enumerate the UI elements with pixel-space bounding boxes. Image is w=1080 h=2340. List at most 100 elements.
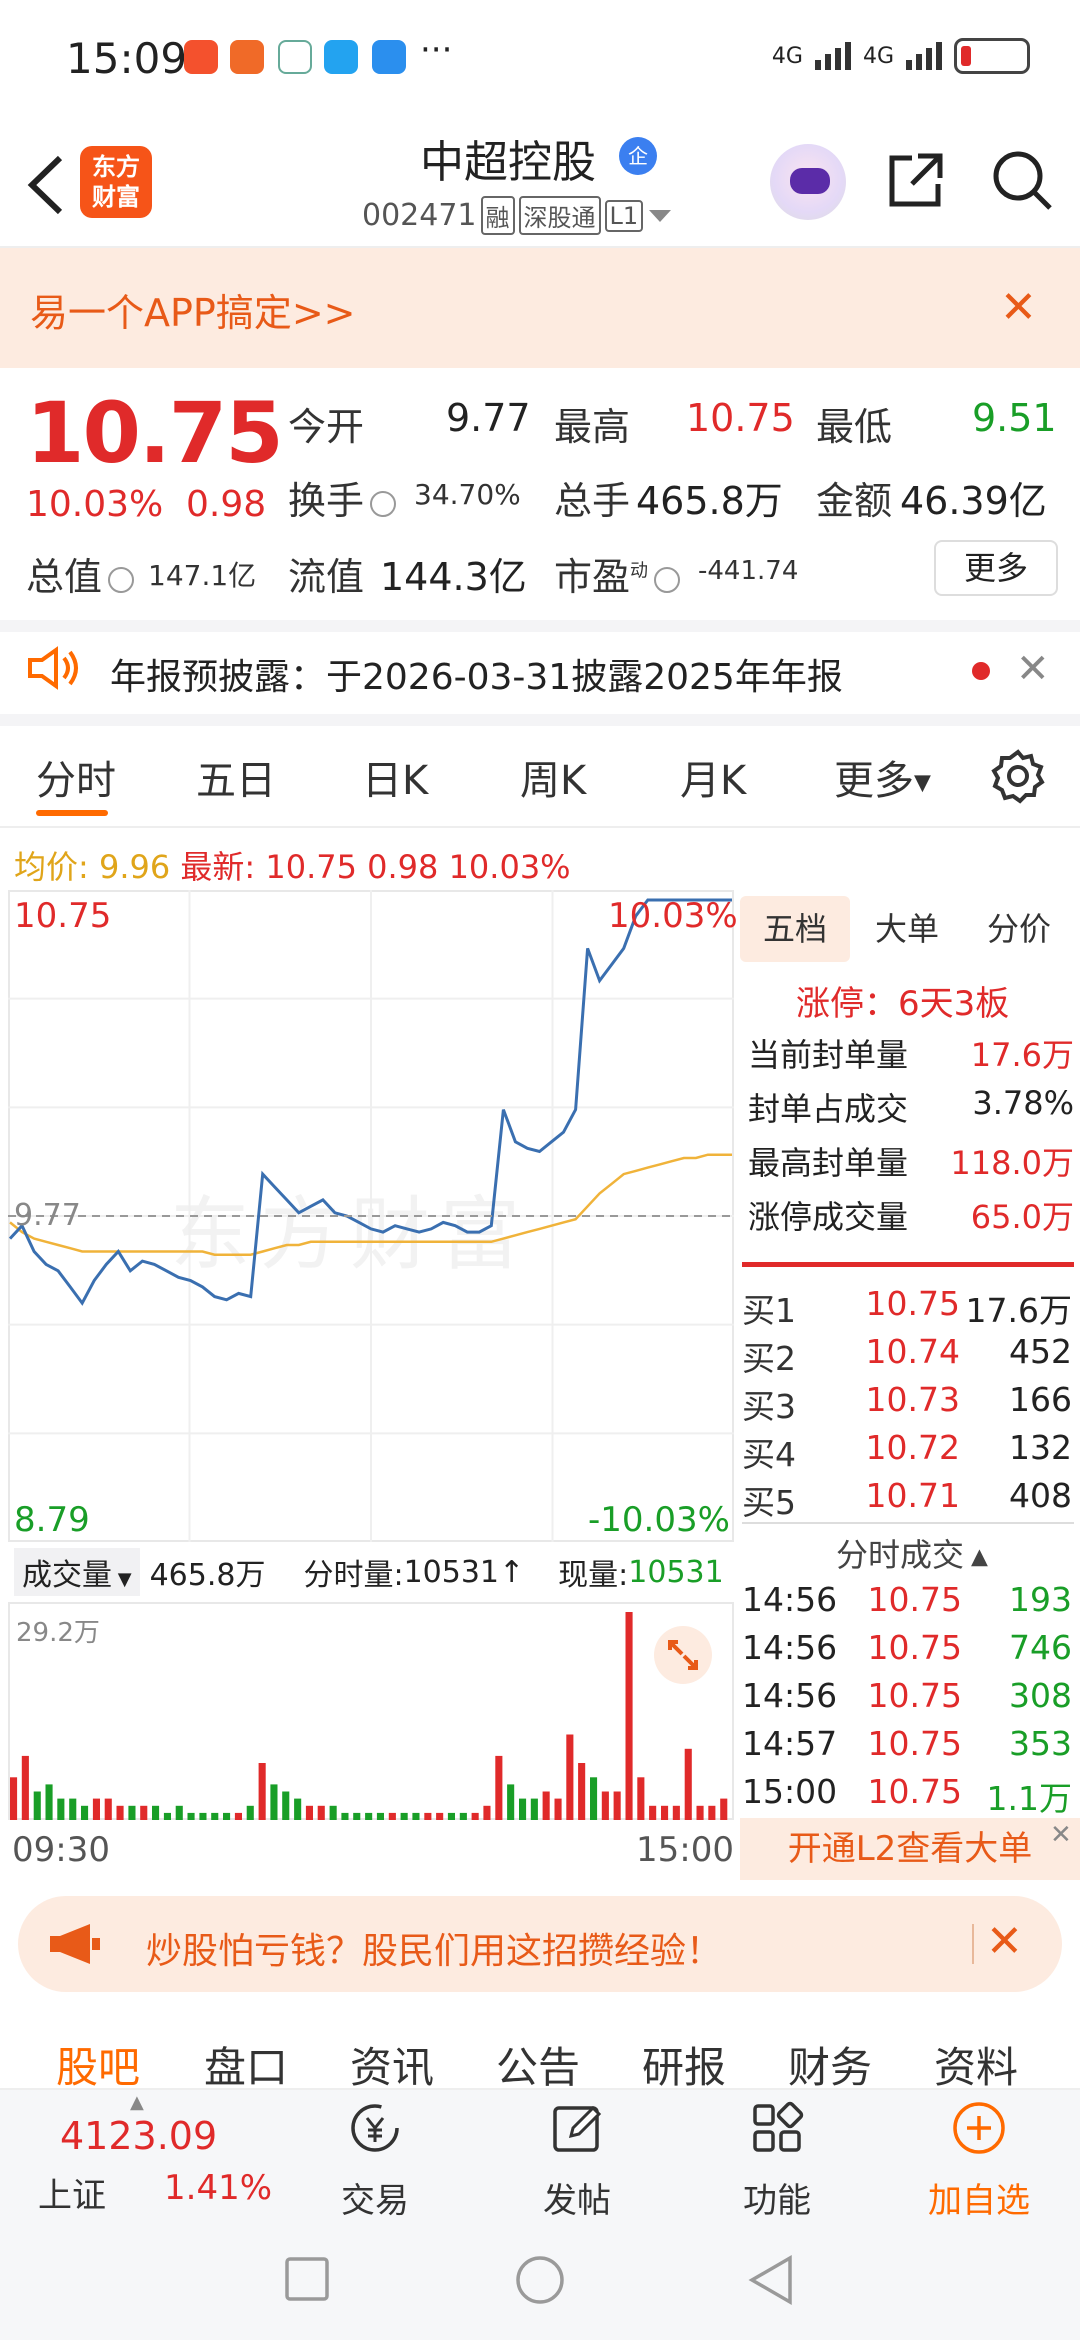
eye-icon[interactable] bbox=[370, 490, 397, 517]
tab-five-day[interactable]: 五日 bbox=[196, 748, 276, 806]
tab-more[interactable]: 更多▼ bbox=[834, 748, 931, 806]
eye-icon[interactable] bbox=[108, 566, 135, 593]
volume-bar bbox=[199, 1812, 207, 1820]
trade-qty: 1.1万 bbox=[986, 1779, 1072, 1818]
order-book-row[interactable]: 买4 10.72 132 bbox=[742, 1428, 1072, 1476]
volume-bar bbox=[708, 1805, 716, 1820]
pe-label-text: 市盈 bbox=[554, 555, 631, 599]
index-value[interactable]: 4123.09 bbox=[60, 2114, 217, 2158]
volume-bar bbox=[116, 1805, 124, 1820]
caret-up-icon: ▲ bbox=[130, 2092, 144, 2113]
volume-label: 总手 bbox=[554, 479, 631, 523]
tabs-divider bbox=[0, 826, 1080, 828]
bid-price: 10.75 bbox=[865, 1284, 960, 1323]
trade-row: 14:56 10.75 193 bbox=[742, 1580, 1072, 1619]
caret-up-icon: ▲ bbox=[964, 1544, 988, 1570]
order-book-row[interactable]: 买5 10.71 408 bbox=[742, 1476, 1072, 1524]
tab-forum[interactable]: 股吧 bbox=[56, 2034, 140, 2095]
volume-bar bbox=[400, 1812, 408, 1820]
tab-price-dist[interactable]: 分价 bbox=[964, 896, 1074, 962]
volume-bar bbox=[69, 1798, 77, 1820]
home-icon[interactable] bbox=[514, 2254, 566, 2306]
volume-bar bbox=[163, 1812, 171, 1820]
order-book-row[interactable]: 买1 10.75 17.6万 bbox=[742, 1284, 1072, 1332]
tab-announcements[interactable]: 公告 bbox=[496, 2034, 580, 2095]
notification-icon bbox=[184, 40, 218, 74]
nav-trade[interactable]: 交易 bbox=[310, 2100, 440, 2222]
banner-close-icon[interactable]: ✕ bbox=[1000, 286, 1037, 330]
high-label: 最高 bbox=[554, 405, 631, 449]
bid-label: 买3 bbox=[742, 1387, 796, 1426]
tab-big-orders[interactable]: 大单 bbox=[852, 896, 962, 962]
volume-bar bbox=[578, 1763, 586, 1820]
tab-daily-k[interactable]: 日K bbox=[362, 748, 428, 806]
bid-price: 10.73 bbox=[865, 1380, 960, 1419]
notification-icon bbox=[278, 40, 312, 74]
volume-bar bbox=[81, 1805, 89, 1820]
volume-bar bbox=[21, 1755, 29, 1820]
tab-profile[interactable]: 资料 bbox=[934, 2034, 1018, 2095]
order-book-row[interactable]: 买2 10.74 452 bbox=[742, 1332, 1072, 1380]
bid-price: 10.72 bbox=[865, 1428, 960, 1467]
back-icon[interactable] bbox=[746, 2254, 794, 2306]
bid-qty: 452 bbox=[1009, 1332, 1072, 1371]
tab-level5[interactable]: 五档 bbox=[740, 896, 850, 962]
tab-handicap[interactable]: 盘口 bbox=[204, 2034, 288, 2095]
megaphone-icon bbox=[50, 1924, 100, 1964]
tab-news[interactable]: 资讯 bbox=[350, 2034, 434, 2095]
panel-divider bbox=[742, 1522, 1074, 1524]
share-icon[interactable] bbox=[884, 148, 948, 212]
settings-gear-icon[interactable] bbox=[990, 748, 1046, 804]
bid-price: 10.71 bbox=[865, 1476, 960, 1515]
back-arrow-icon[interactable] bbox=[22, 150, 72, 220]
trades-title-text: 分时成交 bbox=[836, 1536, 965, 1574]
volume-selector[interactable]: 成交量 ▼ bbox=[14, 1548, 140, 1596]
volume-bar bbox=[353, 1812, 361, 1820]
volume-bar bbox=[412, 1812, 420, 1820]
tab-intraday[interactable]: 分时 bbox=[36, 748, 116, 806]
volume-bar bbox=[57, 1798, 65, 1820]
status-time: 15:09 bbox=[66, 34, 188, 83]
network-label: 4G bbox=[862, 43, 894, 69]
bid-qty: 408 bbox=[1009, 1476, 1072, 1515]
nav-post[interactable]: 发帖 bbox=[512, 2100, 642, 2222]
order-book-row[interactable]: 买3 10.73 166 bbox=[742, 1380, 1072, 1428]
notice-close-icon[interactable]: ✕ bbox=[1016, 646, 1050, 692]
trade-row: 14:56 10.75 308 bbox=[742, 1676, 1072, 1715]
l2-close-icon[interactable]: ✕ bbox=[1050, 1820, 1072, 1850]
pe-value: -441.74 bbox=[698, 556, 799, 586]
stock-subtitle[interactable]: 002471 融 深股通 L1 bbox=[362, 196, 673, 235]
tab-monthly-k[interactable]: 月K bbox=[680, 748, 746, 806]
volume-bar bbox=[104, 1798, 112, 1820]
trade-time: 15:00 bbox=[742, 1772, 838, 1811]
y-top-price: 10.75 bbox=[14, 896, 112, 936]
trade-row: 14:56 10.75 746 bbox=[742, 1628, 1072, 1667]
promo-close-icon[interactable]: ✕ bbox=[986, 1916, 1023, 1967]
nav-functions[interactable]: 功能 bbox=[712, 2100, 842, 2222]
volume-bar bbox=[495, 1755, 503, 1820]
trade-time: 14:57 bbox=[742, 1724, 838, 1763]
expand-button[interactable] bbox=[654, 1626, 712, 1684]
volume-bar bbox=[625, 1612, 633, 1820]
more-button[interactable]: 更多 bbox=[934, 540, 1058, 596]
volume-selector-label: 成交量 bbox=[22, 1558, 112, 1593]
nav-add-watchlist[interactable]: 加自选 bbox=[914, 2100, 1044, 2222]
volume-bar bbox=[376, 1812, 384, 1820]
tab-weekly-k[interactable]: 周K bbox=[520, 748, 586, 806]
bid-price: 10.74 bbox=[865, 1332, 960, 1371]
volume-bar bbox=[45, 1784, 53, 1820]
search-icon[interactable] bbox=[990, 148, 1054, 212]
open-l2-button[interactable]: 开通L2查看大单 bbox=[740, 1818, 1080, 1880]
volume-bar bbox=[637, 1777, 645, 1820]
add-circle-icon bbox=[953, 2102, 1005, 2154]
tab-finance[interactable]: 财务 bbox=[788, 2034, 872, 2095]
trades-title[interactable]: 分时成交 ▲ bbox=[836, 1530, 988, 1576]
eye-icon[interactable] bbox=[654, 566, 681, 593]
current-price: 10.75 bbox=[26, 384, 284, 482]
seal-stat-row: 当前封单量 17.6万 bbox=[748, 1030, 1074, 1076]
recent-apps-icon[interactable] bbox=[284, 2256, 330, 2302]
tab-research[interactable]: 研报 bbox=[642, 2034, 726, 2095]
volume-bar bbox=[684, 1748, 692, 1820]
tag-margin: 融 bbox=[480, 196, 515, 235]
tag-connect: 深股通 bbox=[518, 196, 601, 235]
